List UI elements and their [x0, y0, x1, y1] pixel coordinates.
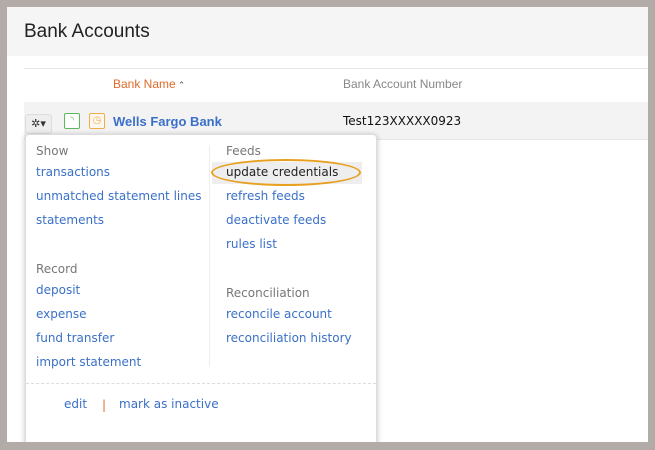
gear-icon: ✲▾	[31, 117, 46, 130]
edit-link[interactable]: edit	[64, 397, 87, 411]
menu-item-transactions[interactable]: transactions	[36, 165, 110, 179]
column-header-bank-name[interactable]: Bank Name ⌃	[113, 77, 185, 91]
dashed-divider	[26, 383, 376, 384]
menu-item-expense[interactable]: expense	[36, 307, 87, 321]
menu-item-deactivate-feeds[interactable]: deactivate feeds	[226, 213, 326, 227]
show-heading: Show	[36, 144, 69, 158]
actions-dropdown-menu: Show transactions unmatched statement li…	[25, 134, 377, 442]
clock-icon[interactable]: ◷	[89, 113, 105, 129]
account-number: Test123XXXXX0923	[343, 114, 462, 128]
bank-name-link[interactable]: Wells Fargo Bank	[113, 114, 222, 129]
reconciliation-heading: Reconciliation	[226, 286, 310, 300]
column-divider	[209, 145, 210, 367]
feeds-heading: Feeds	[226, 144, 261, 158]
menu-item-reconciliation-history[interactable]: reconciliation history	[226, 331, 352, 345]
divider	[24, 68, 648, 69]
page-title: Bank Accounts	[24, 21, 150, 42]
menu-item-rules-list[interactable]: rules list	[226, 237, 277, 251]
record-heading: Record	[36, 262, 78, 276]
main-panel: Bank Accounts Bank Name ⌃ Bank Account Nu…	[7, 7, 648, 442]
rss-feed-icon[interactable]: ◝	[64, 113, 80, 129]
menu-item-statements[interactable]: statements	[36, 213, 104, 227]
gear-menu-button[interactable]: ✲▾	[25, 114, 52, 134]
menu-item-import-statement[interactable]: import statement	[36, 355, 141, 369]
highlight-oval	[211, 159, 361, 186]
menu-item-unmatched-statement-lines[interactable]: unmatched statement lines	[36, 189, 201, 203]
separator: |	[102, 398, 107, 412]
column-header-account-number[interactable]: Bank Account Number	[343, 77, 462, 91]
sort-icon[interactable]: ⌃	[178, 80, 186, 90]
menu-item-reconcile-account[interactable]: reconcile account	[226, 307, 332, 321]
page-header: Bank Accounts	[7, 7, 648, 56]
menu-item-refresh-feeds[interactable]: refresh feeds	[226, 189, 305, 203]
menu-item-deposit[interactable]: deposit	[36, 283, 80, 297]
menu-item-fund-transfer[interactable]: fund transfer	[36, 331, 114, 345]
column-label: Bank Name	[113, 77, 176, 91]
mark-inactive-link[interactable]: mark as inactive	[119, 397, 219, 411]
